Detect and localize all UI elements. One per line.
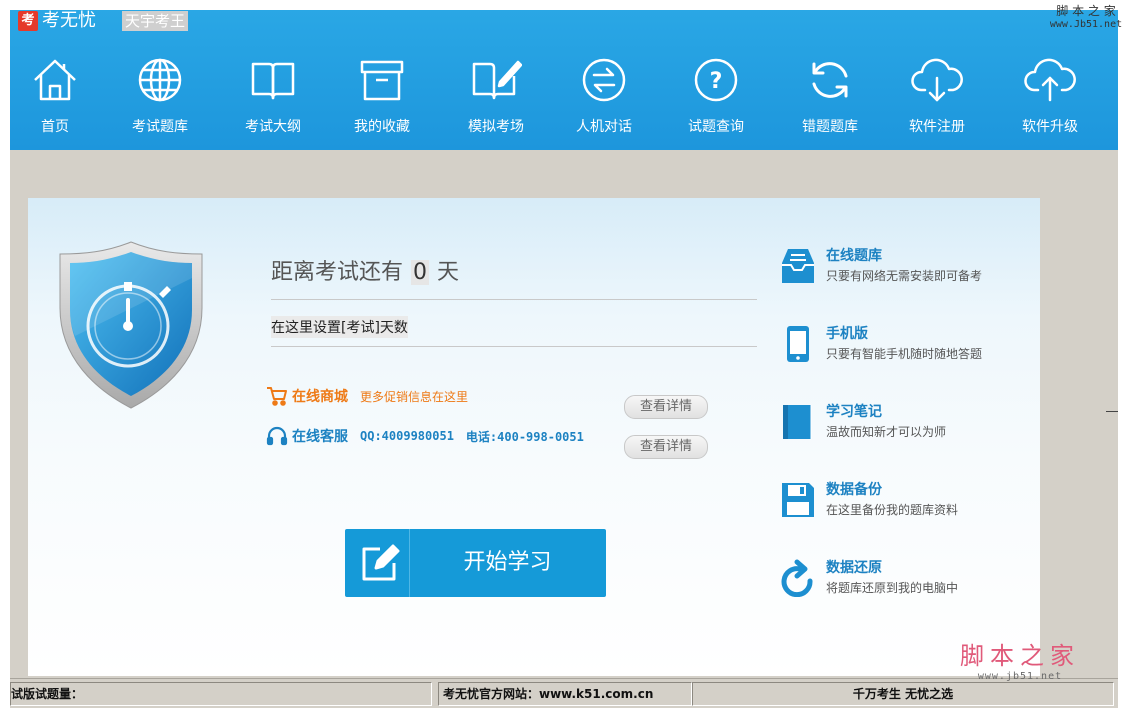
cloud-download-icon (911, 58, 963, 102)
feature-desc: 只要有网络无需安装即可备考 (826, 269, 983, 283)
nav-label: 考试大纲 (245, 119, 301, 135)
feature-backup[interactable]: 数据备份 在这里备份我的题库资料 (780, 479, 1030, 525)
feature-restore[interactable]: 数据还原 将题库还原到我的电脑中 (780, 557, 1030, 603)
feature-desc: 在这里备份我的题库资料 (826, 503, 959, 517)
exchange-arrows-icon (582, 58, 626, 102)
shopping-cart-icon (267, 387, 287, 406)
main-panel: 距离考试还有 0 天 在这里设置[考试]天数 在线商城 更多促销信息在这里 查看详情… (28, 198, 1040, 676)
countdown-suffix: 天 (437, 260, 460, 285)
shield-clock-icon (59, 241, 203, 409)
feature-notes[interactable]: 学习笔记 温故而知新才可以为师 (780, 401, 1030, 447)
shop-details-button[interactable]: 查看详情 (624, 395, 708, 419)
question-icon: ? (694, 58, 738, 102)
app-window: 考 考无忧 天宇考王 首页 考试题库 考试大纲 我的收藏 模拟考场 人机对话 ?… (10, 10, 1118, 708)
status-website[interactable]: 考无忧官方网站：www.k51.com.cn (438, 682, 692, 706)
feature-title: 数据备份 (826, 482, 882, 498)
globe-icon (138, 58, 182, 102)
nav-item-mock-exam[interactable]: 模拟考场 (451, 52, 541, 144)
feature-desc: 只要有智能手机随时随地答题 (826, 347, 983, 361)
service-qq: QQ:4009980051 (360, 429, 454, 443)
status-bar: 试版试题量： 考无忧官方网站：www.k51.com.cn 千万考生 无忧之选 (10, 678, 1118, 708)
nav-label: 软件注册 (909, 119, 965, 135)
nav-item-upgrade[interactable]: 软件升级 (1005, 52, 1095, 144)
start-study-label: 开始学习 (463, 550, 552, 575)
nav-label: 考试题库 (132, 119, 188, 135)
status-trial: 试版试题量： (10, 682, 432, 706)
online-shop-row: 在线商城 更多促销信息在这里 (266, 384, 468, 408)
feature-mobile[interactable]: 手机版 只要有智能手机随时随地答题 (780, 323, 1030, 369)
notebook-icon (783, 405, 812, 439)
nav-label: 人机对话 (576, 119, 632, 135)
countdown-prefix: 距离考试还有 (271, 260, 404, 285)
splitter-tick (1106, 411, 1118, 412)
refresh-icon (812, 62, 848, 98)
app-subtitle: 天宇考王 (122, 11, 189, 31)
set-exam-days-link[interactable]: 在这里设置[考试]天数 (271, 316, 408, 338)
feature-online-bank[interactable]: 在线题库 只要有网络无需安装即可备考 (780, 245, 1030, 291)
app-logo-icon: 考 (18, 11, 38, 31)
watermark-top-url: www.Jb51.net (1049, 19, 1123, 30)
nav-item-exam-bank[interactable]: 考试题库 (115, 52, 205, 144)
status-slogan: 千万考生 无忧之选 (692, 682, 1114, 706)
archive-box-icon (360, 60, 404, 101)
nav-label: 我的收藏 (354, 119, 410, 135)
online-service-title[interactable]: 在线客服 (292, 426, 348, 446)
feature-desc: 温故而知新才可以为师 (826, 425, 947, 439)
divider (271, 346, 757, 347)
nav-label: 软件升级 (1022, 119, 1078, 135)
restore-arrow-icon (781, 559, 813, 597)
cloud-upload-icon (1024, 58, 1076, 102)
book-icon (251, 62, 295, 100)
nav-item-home[interactable]: 首页 (10, 52, 100, 144)
service-phone: 电话:400-998-0051 (465, 429, 584, 444)
nav-item-wrong-bank[interactable]: 错题题库 (785, 52, 875, 144)
online-shop-title[interactable]: 在线商城 (292, 386, 348, 406)
nav-item-dialogue[interactable]: 人机对话 (559, 52, 649, 144)
feature-title: 手机版 (826, 326, 868, 342)
countdown-days[interactable]: 0 (411, 260, 430, 285)
watermark-bottom: 脚本之家 www.jb51.net (960, 636, 1080, 682)
nav-label: 首页 (41, 119, 69, 135)
headset-icon (266, 426, 288, 446)
feature-title: 数据还原 (826, 560, 882, 576)
nav-label: 错题题库 (802, 119, 858, 135)
app-name: 考无忧 (42, 10, 96, 31)
mobile-phone-icon (787, 326, 809, 362)
nav-item-syllabus[interactable]: 考试大纲 (228, 52, 318, 144)
divider (271, 299, 757, 300)
feature-title: 在线题库 (826, 248, 882, 264)
nav-label: 模拟考场 (468, 119, 524, 135)
service-details-button[interactable]: 查看详情 (624, 435, 708, 459)
title-bar: 考 考无忧 天宇考王 (10, 10, 610, 34)
feature-title: 学习笔记 (826, 404, 882, 420)
exam-countdown: 距离考试还有 0 天 (271, 254, 459, 286)
home-icon (34, 59, 76, 101)
watermark-top-text: 脚 本 之 家 (1056, 4, 1116, 18)
book-pen-icon (472, 60, 522, 100)
watermark-top: 脚 本 之 家 www.Jb51.net (1044, 2, 1128, 30)
edit-icon (362, 544, 400, 581)
nav-item-favorites[interactable]: 我的收藏 (337, 52, 427, 144)
header: 考 考无忧 天宇考王 首页 考试题库 考试大纲 我的收藏 模拟考场 人机对话 ?… (10, 10, 1118, 150)
inbox-tray-icon (782, 249, 814, 283)
online-shop-desc: 更多促销信息在这里 (360, 389, 469, 404)
feature-desc: 将题库还原到我的电脑中 (826, 581, 959, 595)
watermark-bottom-url: www.jb51.net (977, 671, 1063, 682)
online-service-row: 在线客服 QQ:4009980051 电话:400-998-0051 (266, 424, 584, 448)
start-study-button[interactable]: 开始学习 (345, 529, 606, 597)
main-nav: 首页 考试题库 考试大纲 我的收藏 模拟考场 人机对话 ? 试题查询 错题题库 … (10, 52, 1118, 144)
nav-item-register[interactable]: 软件注册 (892, 52, 982, 144)
svg-text:?: ? (710, 69, 723, 94)
floppy-disk-icon (782, 483, 814, 517)
nav-label: 试题查询 (688, 119, 744, 135)
watermark-bottom-text: 脚本之家 (960, 642, 1080, 670)
nav-item-query[interactable]: ? 试题查询 (671, 52, 761, 144)
